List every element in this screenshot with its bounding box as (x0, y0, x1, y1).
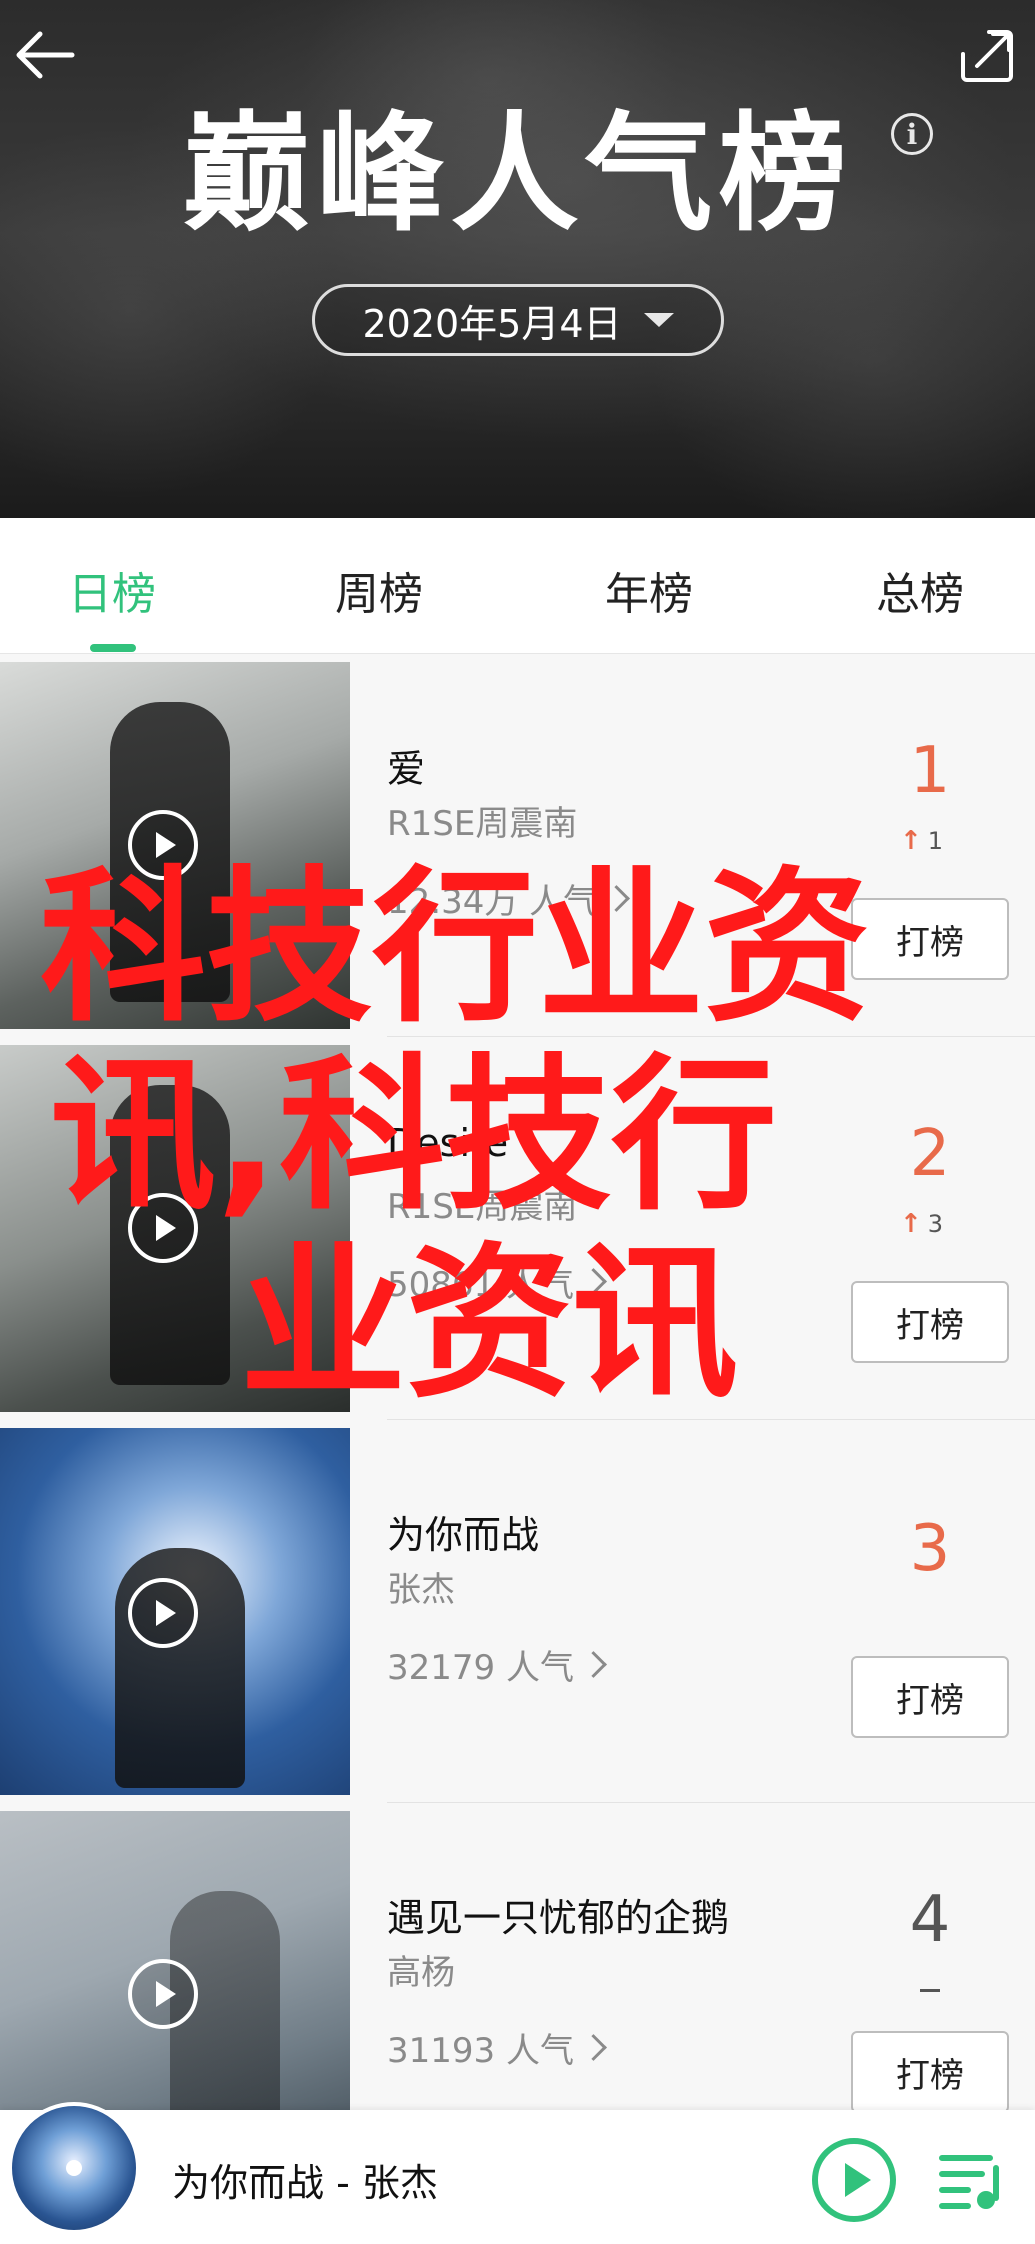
arrow-up-icon: ↑ (900, 1209, 922, 1239)
popularity-count: 12.34万 人气 (387, 882, 598, 922)
play-icon[interactable] (128, 1578, 198, 1648)
play-icon[interactable] (128, 810, 198, 880)
trend-value: 1 (927, 827, 944, 855)
popularity-count: 31193 人气 (387, 2031, 574, 2071)
playlist-icon (939, 2155, 999, 2209)
rank-trend: ↑ 3 (900, 1209, 943, 1239)
popularity-count: 32179 人气 (387, 1648, 574, 1688)
popularity-link[interactable]: 32179 人气 (387, 1640, 607, 1689)
list-item[interactable]: 为你而战 张杰 32179 人气 3 打榜 (0, 1420, 1035, 1803)
song-title: 为你而战 (387, 1513, 540, 1557)
popularity-link[interactable]: 12.34万 人气 (387, 874, 631, 923)
rank-number: 3 (909, 1512, 951, 1586)
song-artist[interactable]: R1SE周震南 (387, 1179, 577, 1228)
list-item[interactable]: Desire R1SE周震南 50861 人气 2 ↑ 3 打榜 (0, 1037, 1035, 1420)
tab-daily[interactable]: 日榜 (68, 558, 156, 622)
vote-button[interactable]: 打榜 (851, 2031, 1009, 2113)
rank-trend: ↑ 1 (900, 826, 943, 856)
tab-yearly[interactable]: 年榜 (605, 558, 693, 622)
chevron-right-icon (580, 1268, 607, 1295)
trend-value: 3 (927, 1210, 944, 1238)
album-cover[interactable] (0, 1428, 350, 1795)
rank-unchanged-icon (920, 1989, 940, 1992)
song-title: Desire (387, 1121, 509, 1165)
play-icon[interactable] (128, 1193, 198, 1263)
album-cover[interactable] (0, 662, 350, 1029)
date-picker[interactable]: 2020年5月4日 (312, 284, 724, 356)
popularity-link[interactable]: 50861 人气 (387, 1257, 607, 1306)
now-playing-cover[interactable] (8, 2102, 140, 2234)
arrow-up-icon: ↑ (900, 826, 922, 856)
rank-number: 2 (909, 1117, 951, 1191)
song-title: 爱 (387, 747, 426, 791)
date-label: 2020年5月4日 (362, 301, 622, 346)
playlist-button[interactable] (938, 2148, 1004, 2214)
chevron-right-icon (603, 885, 631, 912)
tab-indicator (90, 644, 136, 652)
rank-number: 4 (909, 1883, 951, 1957)
chevron-right-icon (580, 2034, 607, 2061)
chevron-right-icon (580, 1651, 607, 1678)
vote-button[interactable]: 打榜 (851, 898, 1009, 980)
vote-button[interactable]: 打榜 (851, 1281, 1009, 1363)
rank-number: 1 (909, 734, 951, 808)
info-icon[interactable]: i (891, 113, 933, 155)
song-artist[interactable]: 高杨 (387, 1945, 455, 1994)
tab-weekly[interactable]: 周榜 (335, 558, 423, 622)
play-icon[interactable] (128, 1959, 198, 2029)
mini-player[interactable]: 为你而战 - 张杰 (0, 2102, 1035, 2244)
song-artist[interactable]: 张杰 (387, 1562, 455, 1611)
album-cover[interactable] (0, 1045, 350, 1412)
chart-header: 巅峰人气榜 i 2020年5月4日 (0, 0, 1035, 518)
chevron-down-icon (643, 313, 674, 327)
popularity-link[interactable]: 31193 人气 (387, 2023, 607, 2072)
popularity-count: 50861 人气 (387, 1265, 574, 1305)
page-title: 巅峰人气榜 (182, 100, 853, 249)
song-title: 遇见一只忧郁的企鹅 (387, 1896, 730, 1940)
song-artist[interactable]: R1SE周震南 (387, 796, 577, 845)
vote-button[interactable]: 打榜 (851, 1656, 1009, 1738)
chart-tabs: 日榜 周榜 年榜 总榜 (0, 518, 1035, 654)
list-item[interactable]: 爱 R1SE周震南 12.34万 人气 1 ↑ 1 打榜 (0, 654, 1035, 1037)
play-button[interactable] (812, 2138, 896, 2222)
now-playing-label[interactable]: 为你而战 - 张杰 (172, 2152, 438, 2207)
tab-all-time[interactable]: 总榜 (876, 558, 964, 622)
